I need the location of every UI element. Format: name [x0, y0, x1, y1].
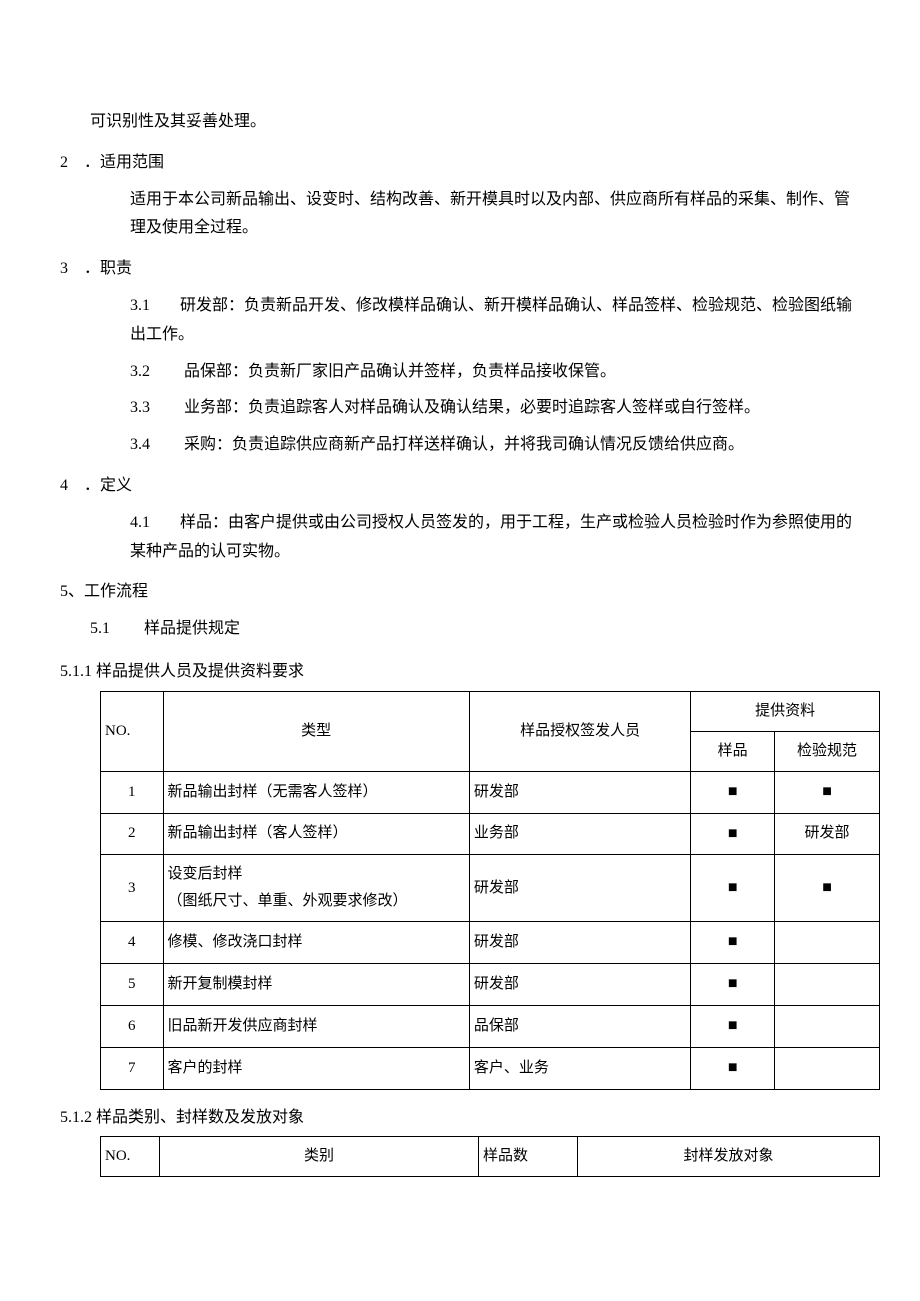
table-1-caption-num: 5.1.1	[60, 663, 92, 680]
th-no: NO.	[101, 691, 164, 771]
cell-type: 修模、修改浇口封样	[163, 922, 469, 964]
cell-spec	[775, 1005, 880, 1047]
section-3-1: 3.1研发部：负责新品开发、修改模样品确认、新开模样品确认、样品签样、检验规范、…	[60, 292, 860, 350]
th-spec: 检验规范	[775, 731, 880, 771]
cell-signer: 研发部	[469, 922, 691, 964]
cell-type: 新品输出封样（无需客人签样）	[163, 771, 469, 813]
table-row: 5 新开复制模封样 研发部 ■	[101, 964, 880, 1006]
cell-no: 1	[101, 771, 164, 813]
cell-type: 客户的封样	[163, 1047, 469, 1089]
th-type: 类型	[163, 691, 469, 771]
table-1-caption-text: 样品提供人员及提供资料要求	[96, 663, 304, 680]
table-row: 4 修模、修改浇口封样 研发部 ■	[101, 922, 880, 964]
cell-no: 3	[101, 855, 164, 922]
th-signer: 样品授权签发人员	[469, 691, 691, 771]
cell-sample: ■	[691, 1047, 775, 1089]
cell-sample: ■	[691, 922, 775, 964]
section-3-1-num: 3.1	[130, 292, 180, 321]
section-3-3: 3.3 业务部：负责追踪客人对样品确认及确认结果，必要时追踪客人签样或自行签样。	[60, 394, 860, 423]
section-3-4-num: 3.4	[130, 431, 180, 460]
cell-spec	[775, 1047, 880, 1089]
th-no: NO.	[101, 1137, 160, 1177]
section-2-body: 适用于本公司新品输出、设变时、结构改善、新开模具时以及内部、供应商所有样品的采集…	[60, 186, 860, 244]
section-3-1-text: 研发部：负责新品开发、修改模样品确认、新开模样品确认、样品签样、检验规范、检验图…	[130, 297, 852, 343]
cell-no: 5	[101, 964, 164, 1006]
cell-sample: ■	[691, 771, 775, 813]
th-sample: 样品	[691, 731, 775, 771]
cell-type: 旧品新开发供应商封样	[163, 1005, 469, 1047]
section-5-heading: 5、工作流程	[60, 578, 860, 607]
cell-no: 7	[101, 1047, 164, 1089]
section-4-number: 4	[60, 472, 80, 501]
table-1: NO. 类型 样品授权签发人员 提供资料 样品 检验规范 1 新品输出封样（无需…	[100, 691, 880, 1090]
section-3-3-num: 3.3	[130, 394, 180, 423]
cell-spec: ■	[775, 855, 880, 922]
cell-sample: ■	[691, 855, 775, 922]
table-row: 2 新品输出封样（客人签样） 业务部 ■ 研发部	[101, 813, 880, 855]
section-5-title: 工作流程	[84, 583, 148, 600]
section-3-number: 3	[60, 255, 80, 284]
cell-signer: 研发部	[469, 855, 691, 922]
section-5-1-text: 样品提供规定	[140, 620, 240, 637]
cell-type: 新开复制模封样	[163, 964, 469, 1006]
th-materials: 提供资料	[691, 691, 880, 731]
cell-sample: ■	[691, 813, 775, 855]
section-4-heading: 4 ．定义	[60, 472, 860, 501]
section-2-heading: 2 ．适用范围	[60, 149, 860, 178]
cell-no: 6	[101, 1005, 164, 1047]
section-4-1-num: 4.1	[130, 509, 180, 538]
section-3-2: 3.2 品保部：负责新厂家旧产品确认并签样，负责样品接收保管。	[60, 358, 860, 387]
section-5-1: 5.1 样品提供规定	[60, 615, 860, 644]
cell-sample: ■	[691, 964, 775, 1006]
section-3-heading: 3 ．职责	[60, 255, 860, 284]
table-2: NO. 类别 样品数 封样发放对象	[100, 1136, 880, 1177]
section-3-3-text: 业务部：负责追踪客人对样品确认及确认结果，必要时追踪客人签样或自行签样。	[180, 399, 760, 416]
cell-spec: ■	[775, 771, 880, 813]
table-2-caption: 5.1.2 样品类别、封样数及发放对象	[60, 1104, 860, 1133]
section-2-number: 2	[60, 149, 80, 178]
cell-signer: 业务部	[469, 813, 691, 855]
section-5-number: 5、	[60, 583, 84, 600]
section-5-1-num: 5.1	[90, 615, 140, 644]
section-3-4: 3.4 采购：负责追踪供应商新产品打样送样确认，并将我司确认情况反馈给供应商。	[60, 431, 860, 460]
cell-no: 4	[101, 922, 164, 964]
cell-signer: 研发部	[469, 964, 691, 1006]
cell-sample: ■	[691, 1005, 775, 1047]
section-1-tail-text: 可识别性及其妥善处理。	[60, 108, 860, 137]
table-row: 6 旧品新开发供应商封样 品保部 ■	[101, 1005, 880, 1047]
cell-type: 新品输出封样（客人签样）	[163, 813, 469, 855]
table-row: 3 设变后封样 （图纸尺寸、单重、外观要求修改） 研发部 ■ ■	[101, 855, 880, 922]
table-2-caption-text: 样品类别、封样数及发放对象	[96, 1109, 304, 1126]
cell-type: 设变后封样 （图纸尺寸、单重、外观要求修改）	[163, 855, 469, 922]
table-1-caption: 5.1.1 样品提供人员及提供资料要求	[60, 658, 860, 687]
cell-no: 2	[101, 813, 164, 855]
section-3-2-text: 品保部：负责新厂家旧产品确认并签样，负责样品接收保管。	[180, 363, 616, 380]
section-4-title: ．定义	[84, 477, 132, 494]
table-row: NO. 类别 样品数 封样发放对象	[101, 1137, 880, 1177]
cell-spec	[775, 964, 880, 1006]
section-4-1: 4.1样品：由客户提供或由公司授权人员签发的，用于工程，生产或检验人员检验时作为…	[60, 509, 860, 567]
table-row: NO. 类型 样品授权签发人员 提供资料	[101, 691, 880, 731]
cell-spec	[775, 922, 880, 964]
table-row: 1 新品输出封样（无需客人签样） 研发部 ■ ■	[101, 771, 880, 813]
cell-signer: 研发部	[469, 771, 691, 813]
section-3-2-num: 3.2	[130, 358, 180, 387]
section-3-title: ．职责	[84, 260, 132, 277]
section-2-title: ．适用范围	[84, 154, 164, 171]
cell-signer: 客户、业务	[469, 1047, 691, 1089]
section-4-1-text: 样品：由客户提供或由公司授权人员签发的，用于工程，生产或检验人员检验时作为参照使…	[130, 514, 852, 560]
cell-spec: 研发部	[775, 813, 880, 855]
th-target: 封样发放对象	[578, 1137, 880, 1177]
section-3-4-text: 采购：负责追踪供应商新产品打样送样确认，并将我司确认情况反馈给供应商。	[180, 436, 744, 453]
table-row: 7 客户的封样 客户、业务 ■	[101, 1047, 880, 1089]
cell-signer: 品保部	[469, 1005, 691, 1047]
th-category: 类别	[160, 1137, 479, 1177]
table-2-caption-num: 5.1.2	[60, 1109, 92, 1126]
th-count: 样品数	[479, 1137, 578, 1177]
